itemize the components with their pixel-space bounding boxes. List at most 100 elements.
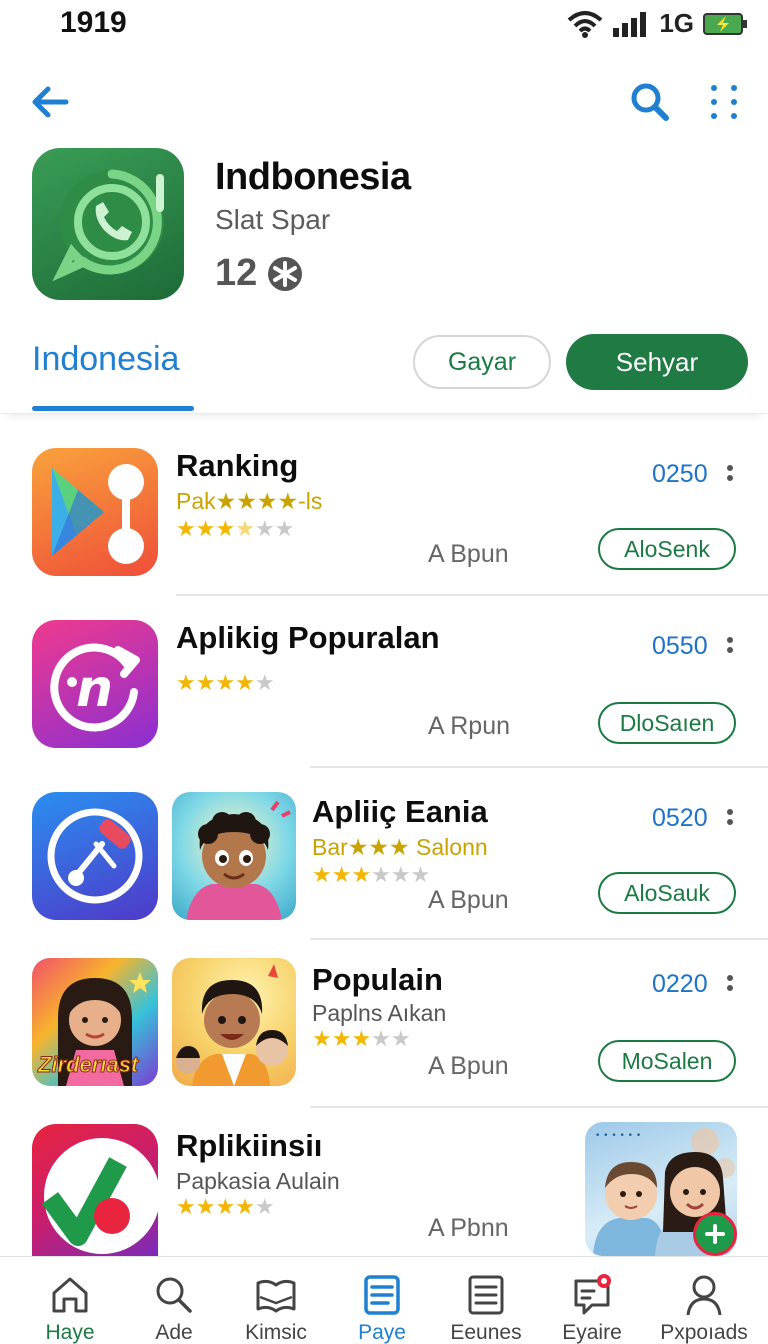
- app-developer: A Rpun: [428, 712, 511, 740]
- nav-label: Paye: [358, 1321, 406, 1344]
- svg-text:• • • • • •: • • • • • •: [595, 1131, 641, 1141]
- cartoon-kids-image: [176, 964, 288, 1086]
- page-subtitle: Slat Spar: [215, 204, 331, 235]
- divider: [310, 766, 768, 768]
- nav-item-pxpoiads[interactable]: Pxpoıads: [650, 1257, 758, 1344]
- tab-indonesia[interactable]: Indonesia: [32, 340, 179, 379]
- nav-item-kimsic[interactable]: Kimsic: [222, 1257, 330, 1344]
- app-developer: A Bpun: [428, 1052, 509, 1080]
- children-photo-thumbnail: • • • • • •: [585, 1122, 737, 1256]
- cartoon-boy-image: [186, 800, 291, 920]
- chat-phone-icon: [52, 169, 164, 282]
- check-dot-icon: [41, 1138, 158, 1254]
- more-vertical-icon[interactable]: [702, 78, 746, 126]
- nav-item-paye[interactable]: Paye: [328, 1257, 436, 1344]
- gayar-button[interactable]: Gayar: [413, 335, 551, 389]
- app-icon-eania: [32, 792, 158, 920]
- page-title: Indbonesia: [215, 156, 411, 198]
- app-icon-popularan: n: [32, 620, 158, 748]
- install-button[interactable]: AloSenk: [598, 528, 736, 570]
- status-time: 1919: [60, 6, 127, 39]
- app-title: Ranking: [176, 448, 299, 483]
- search-icon[interactable]: [626, 78, 674, 126]
- nav-item-ade[interactable]: Ade: [120, 1257, 228, 1344]
- back-arrow-icon[interactable]: [26, 78, 74, 126]
- app-developer: A Bpun: [428, 540, 509, 568]
- app-developer: A Pbnn: [428, 1214, 509, 1242]
- tab-underline: [32, 406, 194, 411]
- app-title: Apliiç Eania: [312, 794, 488, 829]
- star-rating: ★★★★★: [312, 1026, 411, 1051]
- nav-label: Eeunes: [450, 1321, 522, 1344]
- thumbnail-caption: Zirderıast: [37, 1052, 139, 1078]
- app-subtitle: Bar★★★ Salonn: [312, 834, 488, 860]
- nav-label: Kimsic: [245, 1321, 307, 1344]
- star-rating: ★★★★★★: [176, 516, 295, 541]
- app-price: 0550: [652, 632, 708, 660]
- nav-item-eeunes[interactable]: Eeunes: [432, 1257, 540, 1344]
- list-item[interactable]: Apliiç Eania Bar★★★ Salonn ★★★★★★ 0520 A…: [0, 782, 768, 942]
- status-indicators: 1G: [567, 8, 748, 39]
- app-subtitle: Pak★★★★-ls: [176, 488, 323, 514]
- app-title: Aplikig Popuralan: [176, 620, 440, 655]
- header-rating: 12: [215, 252, 303, 295]
- person-icon: [686, 1275, 722, 1316]
- app-price: 0250: [652, 460, 708, 488]
- cartoon-boy-thumbnail: [172, 792, 296, 920]
- nav-item-eyaire[interactable]: Eyaire: [538, 1257, 646, 1344]
- app-title: Populain: [312, 962, 443, 997]
- app-icon-ranking: [32, 448, 158, 576]
- rating-value: 12: [215, 252, 258, 294]
- app-icon-rplikiinsi: [32, 1124, 158, 1256]
- bottom-navigation: Haye Ade Kimsic Paye Eeunes Eyaire Pxpoı…: [0, 1256, 768, 1344]
- app-bar: [0, 70, 768, 134]
- search-icon: [156, 1277, 192, 1313]
- header-app-icon: [32, 148, 184, 300]
- app-developer: A Bpun: [428, 886, 509, 914]
- overflow-menu-icon[interactable]: [722, 462, 738, 486]
- cartoon-kids-thumbnail: [172, 958, 296, 1086]
- nav-label: Haye: [45, 1321, 95, 1344]
- app-title: Rplikiinsiı: [176, 1128, 323, 1163]
- app-subtitle: Paplns Aıkan: [312, 1000, 447, 1026]
- star-rating: ★★★★★: [176, 1194, 275, 1219]
- install-button[interactable]: AloSauk: [598, 872, 736, 914]
- star-rating: ★★★★★★: [312, 862, 431, 887]
- overflow-menu-icon[interactable]: [722, 806, 738, 830]
- overflow-menu-icon[interactable]: [722, 972, 738, 996]
- nav-label: Ade: [155, 1321, 193, 1344]
- refresh-n-icon: n: [50, 643, 140, 732]
- notification-message-icon: [574, 1274, 611, 1315]
- badge-star-icon: [268, 256, 303, 291]
- app-price: 0520: [652, 804, 708, 832]
- divider: [310, 938, 768, 940]
- signal-icon: [613, 11, 647, 37]
- network-type: 1G: [659, 8, 694, 38]
- open-book-icon: [256, 1279, 296, 1313]
- install-button[interactable]: MoSalen: [598, 1040, 736, 1082]
- list-item[interactable]: n Aplikig Popuralan ★★★★★ 0550 A Rpun Dl…: [0, 612, 768, 772]
- list-item[interactable]: Zirderıast Populain Paplns Aıkan ★★★★★ 0…: [0, 950, 768, 1110]
- sehyar-button[interactable]: Sehyar: [566, 334, 748, 390]
- wifi-icon: [567, 10, 603, 38]
- home-icon: [52, 1277, 88, 1313]
- divider: [176, 594, 768, 596]
- battery-icon: [703, 12, 747, 35]
- overflow-menu-icon[interactable]: [722, 634, 738, 658]
- list-item[interactable]: Ranking Pak★★★★-ls ★★★★★★ 0250 A Bpun Al…: [0, 440, 768, 600]
- list-item[interactable]: Rplikiinsiı Papkasia Aulain ★★★★★ A Pbnn…: [0, 1118, 768, 1256]
- nav-label: Eyaire: [562, 1321, 622, 1344]
- cartoon-girl-thumbnail: Zirderıast: [32, 958, 158, 1086]
- app-subtitle: Papkasia Aulain: [176, 1168, 340, 1194]
- document-list-icon: [364, 1275, 400, 1315]
- svg-text:n: n: [76, 659, 113, 719]
- add-badge[interactable]: [693, 1212, 737, 1256]
- nav-item-haye[interactable]: Haye: [16, 1257, 124, 1344]
- app-price: 0220: [652, 970, 708, 998]
- install-button[interactable]: DloSaıen: [598, 702, 736, 744]
- divider: [310, 1106, 768, 1108]
- nav-label: Pxpoıads: [660, 1321, 748, 1344]
- star-rating: ★★★★★: [176, 670, 275, 695]
- play-triangle-icon: [52, 464, 144, 564]
- notes-icon: [468, 1275, 504, 1315]
